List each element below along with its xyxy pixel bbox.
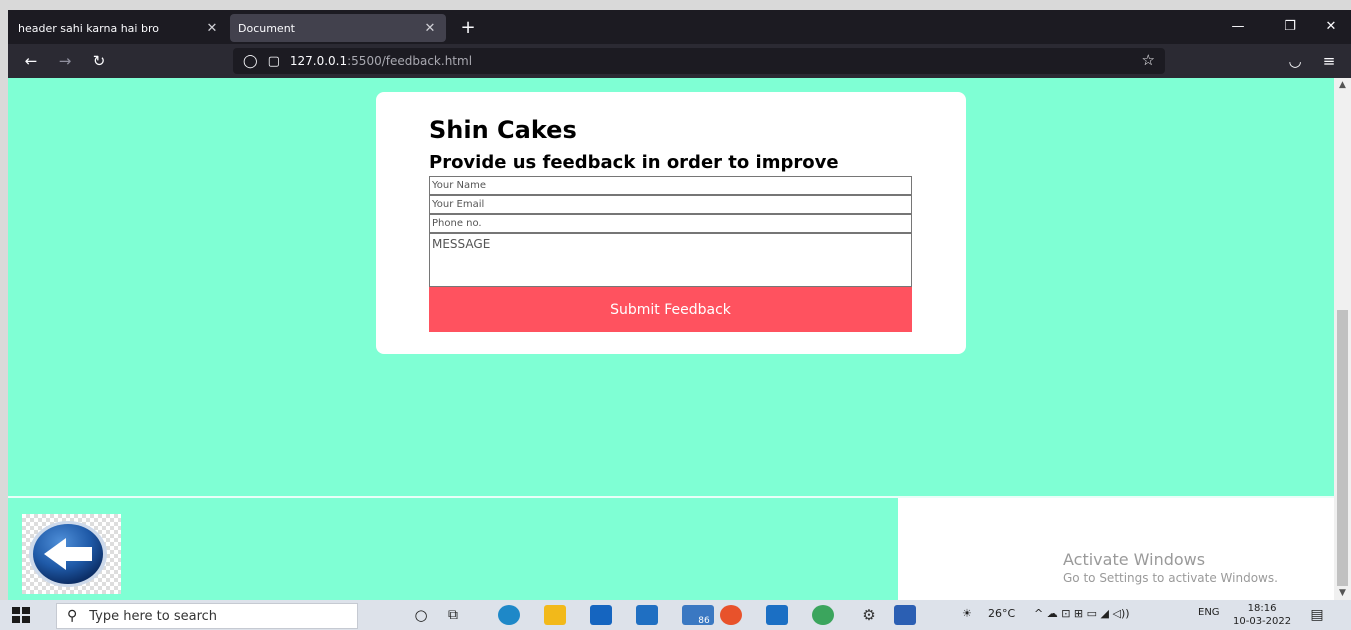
restore-button[interactable]: ❐ <box>1270 14 1310 40</box>
store-icon[interactable] <box>590 605 612 625</box>
watermark-subtitle: Go to Settings to activate Windows. <box>1063 571 1278 585</box>
submit-feedback-button[interactable]: Submit Feedback <box>429 287 912 332</box>
feedback-card: Shin Cakes Provide us feedback in order … <box>376 92 966 354</box>
page-icon[interactable]: ▢ <box>268 54 280 69</box>
weather-icon[interactable]: ☀ <box>962 607 972 620</box>
new-tab-button[interactable]: + <box>456 16 480 40</box>
tab-bar: header sahi karna hai bro ✕ Document ✕ +… <box>8 10 1351 44</box>
address-bar[interactable]: ◯ ▢ 127.0.0.1:5500/feedback.html ☆ <box>233 48 1165 74</box>
vertical-scrollbar[interactable]: ▲ ▼ <box>1334 78 1351 600</box>
mail-icon[interactable] <box>636 605 658 625</box>
back-button[interactable]: ← <box>18 49 44 73</box>
back-arrow-icon[interactable] <box>22 514 121 594</box>
reload-button[interactable]: ↻ <box>86 49 112 73</box>
name-field[interactable] <box>429 176 912 195</box>
search-placeholder: Type here to search <box>89 608 218 624</box>
message-field[interactable] <box>429 233 912 287</box>
clock-date: 10-03-2022 <box>1233 616 1292 627</box>
explorer-badge-icon[interactable]: 86 <box>682 605 714 626</box>
pocket-icon[interactable]: ◡ <box>1282 49 1308 73</box>
word-icon[interactable] <box>894 605 916 625</box>
language-indicator[interactable]: ENG <box>1198 607 1220 618</box>
search-icon: ⚲ <box>67 608 78 624</box>
activate-windows-watermark: Activate Windows Go to Settings to activ… <box>1063 550 1278 585</box>
phone-field[interactable] <box>429 214 912 233</box>
close-window-button[interactable]: ✕ <box>1311 14 1351 40</box>
vscode-icon[interactable] <box>766 605 788 625</box>
bookmark-star-icon[interactable]: ☆ <box>1142 51 1155 69</box>
weather-temp[interactable]: 26°C <box>988 607 1015 620</box>
browser-window: header sahi karna hai bro ✕ Document ✕ +… <box>8 10 1351 600</box>
windows-start-icon[interactable] <box>10 605 32 625</box>
minimize-button[interactable]: — <box>1218 14 1258 40</box>
page-subtitle: Provide us feedback in order to improve <box>429 152 839 173</box>
tab-document[interactable]: Document ✕ <box>230 14 446 42</box>
email-field[interactable] <box>429 195 912 214</box>
navigation-bar: ← → ↻ ◯ ▢ 127.0.0.1:5500/feedback.html ☆… <box>8 44 1351 78</box>
tab-header-sahi[interactable]: header sahi karna hai bro ✕ <box>10 14 228 42</box>
page-viewport: Shin Cakes Provide us feedback in order … <box>8 78 1334 600</box>
scroll-down-icon[interactable]: ▼ <box>1334 586 1351 600</box>
tab-close-icon[interactable]: ✕ <box>422 21 438 36</box>
url-host: 127.0.0.1 <box>289 54 348 68</box>
firefox-icon[interactable] <box>720 605 742 625</box>
chrome-icon[interactable] <box>812 605 834 625</box>
file-explorer-icon[interactable] <box>544 605 566 625</box>
explorer-badge-count: 86 <box>698 616 710 626</box>
url-path: :5500/feedback.html <box>347 54 473 68</box>
menu-icon[interactable]: ≡ <box>1316 49 1342 73</box>
scrollbar-thumb[interactable] <box>1337 310 1348 586</box>
taskbar-search[interactable]: ⚲ Type here to search <box>56 603 358 629</box>
edge-icon[interactable] <box>498 605 520 625</box>
tray-icons[interactable]: ^ ☁ ⊡ ⊞ ▭ ◢ ◁)) <box>1034 607 1130 620</box>
system-clock[interactable]: 18:16 10-03-2022 <box>1233 602 1291 628</box>
shield-icon[interactable]: ◯ <box>243 54 258 69</box>
clock-time: 18:16 <box>1247 603 1277 614</box>
windows-taskbar: ⚲ Type here to search ○ ⧉ 86 ⚙ ☀ 26°C ^ … <box>0 600 1351 630</box>
tab-close-icon[interactable]: ✕ <box>204 21 220 36</box>
tab-title: header sahi karna hai bro <box>18 21 159 35</box>
settings-gear-icon[interactable]: ⚙ <box>858 605 880 625</box>
forward-button[interactable]: → <box>52 49 78 73</box>
task-view-icon[interactable]: ⧉ <box>442 605 464 625</box>
scroll-up-icon[interactable]: ▲ <box>1334 78 1351 92</box>
watermark-title: Activate Windows <box>1063 550 1206 569</box>
cortana-icon[interactable]: ○ <box>410 605 432 625</box>
tab-title: Document <box>238 21 295 35</box>
page-title: Shin Cakes <box>429 116 577 144</box>
notification-icon[interactable]: ▤ <box>1306 605 1328 625</box>
